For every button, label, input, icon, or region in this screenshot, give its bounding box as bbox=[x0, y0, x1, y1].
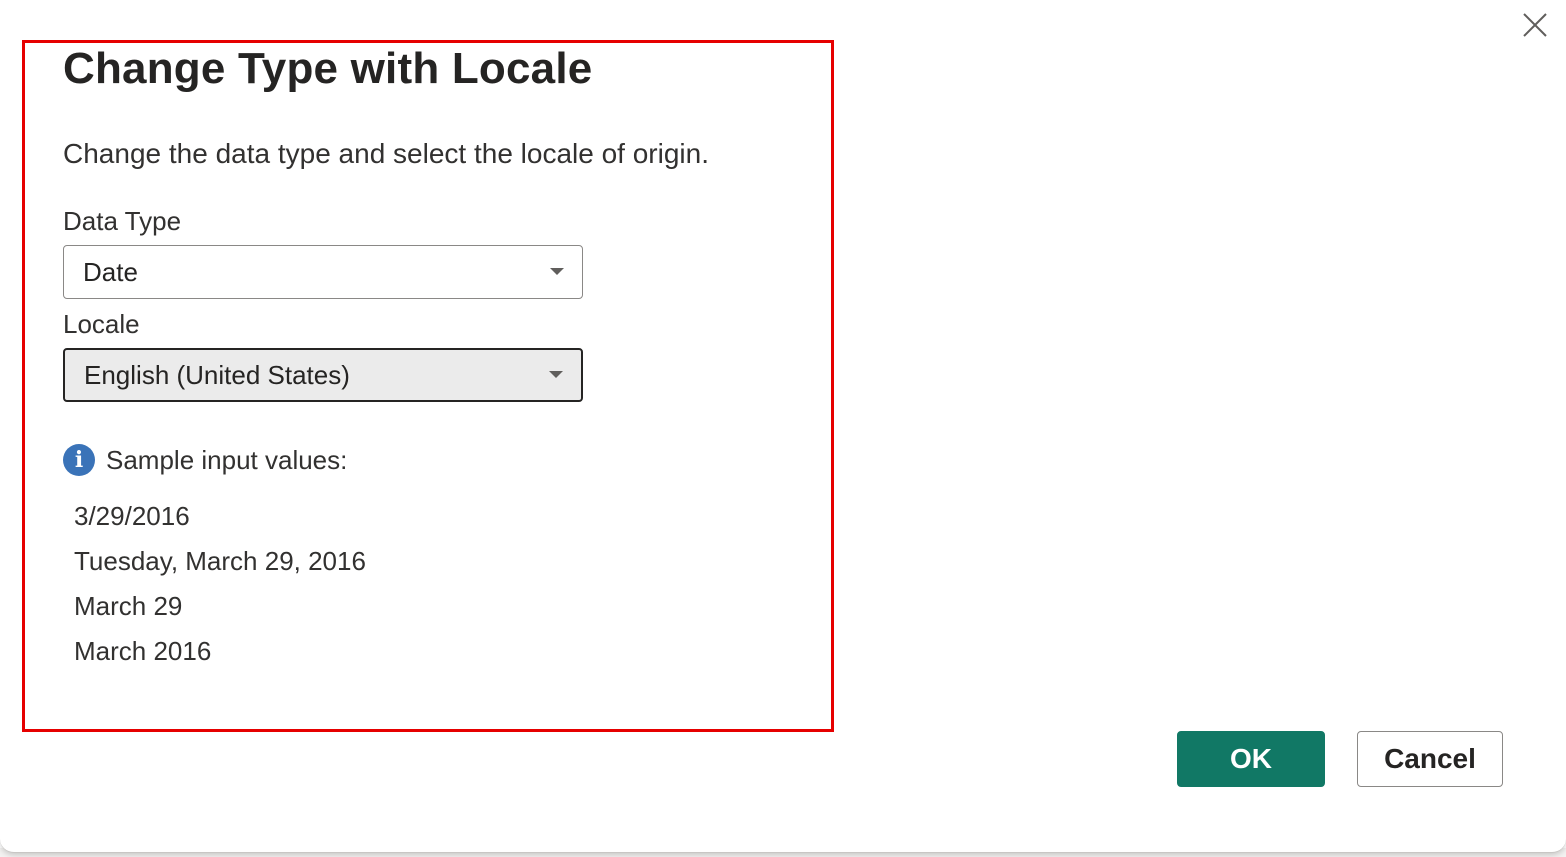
highlight-annotation-box bbox=[22, 40, 834, 732]
change-type-dialog: Change Type with Locale Change the data … bbox=[0, 0, 1566, 853]
ok-button[interactable]: OK bbox=[1177, 731, 1325, 787]
close-button[interactable] bbox=[1518, 8, 1552, 42]
cancel-button[interactable]: Cancel bbox=[1357, 731, 1503, 787]
close-icon bbox=[1523, 13, 1547, 37]
